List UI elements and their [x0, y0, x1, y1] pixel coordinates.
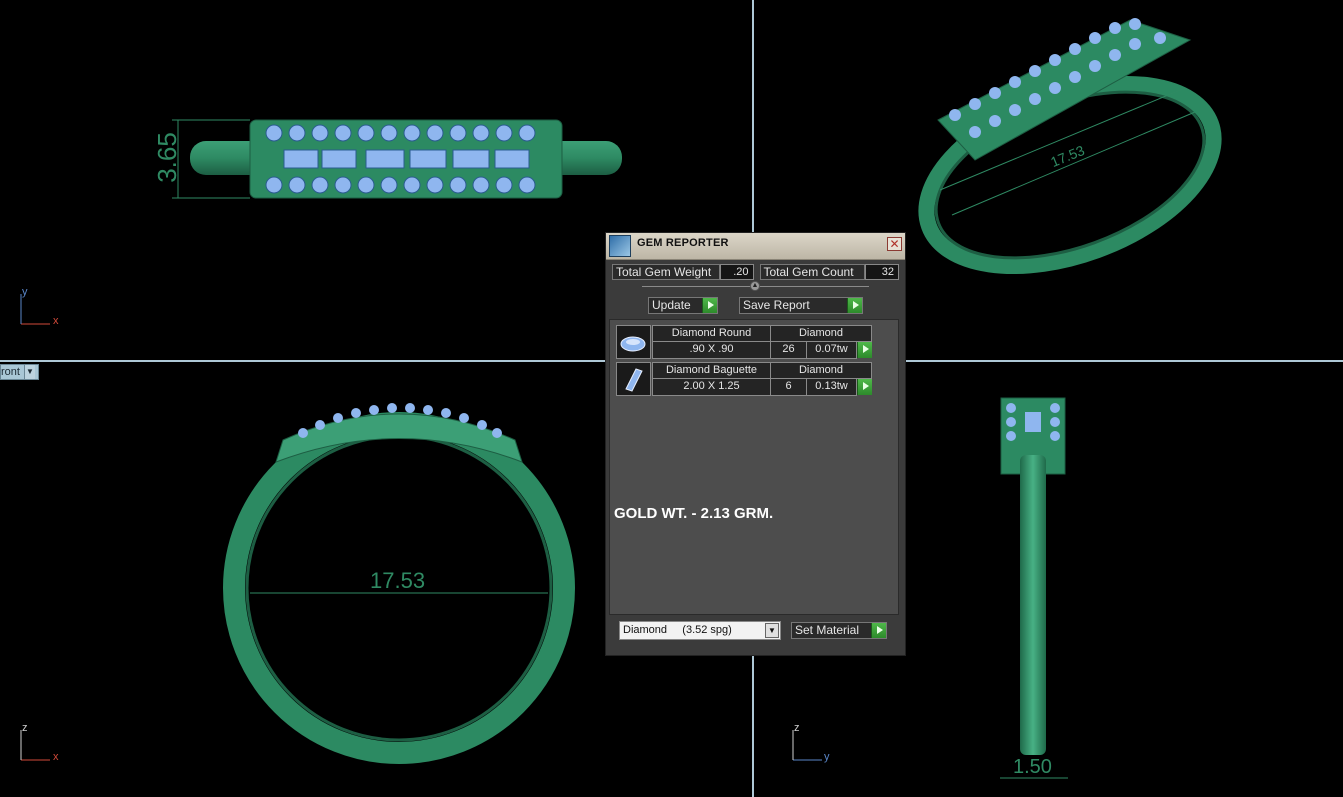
- dimension-width: 3.65: [151, 132, 182, 183]
- round-gem-icon: [616, 325, 651, 359]
- play-arrow-icon[interactable]: [857, 342, 872, 358]
- close-button[interactable]: ✕: [887, 237, 902, 251]
- gem-name: Diamond Baguette: [652, 362, 771, 379]
- gem-count: 26: [770, 341, 807, 359]
- dimension-diameter: 17.53: [370, 568, 426, 593]
- gem-size: 2.00 X 1.25: [652, 378, 771, 396]
- play-arrow-icon[interactable]: [847, 298, 862, 313]
- save-report-button-label: Save Report: [743, 298, 810, 312]
- chevron-down-icon[interactable]: ▼: [23, 365, 35, 379]
- set-material-button[interactable]: Set Material: [791, 622, 887, 639]
- chevron-down-icon[interactable]: ▼: [765, 623, 779, 638]
- axis-label-z: z: [794, 722, 800, 734]
- material-select-value: Diamond (3.52 spg): [623, 624, 732, 636]
- gem-reporter-icon: [609, 235, 631, 257]
- axis-label-y: y: [22, 286, 28, 298]
- axis-label-y: y: [824, 751, 830, 763]
- totals-row: Total Gem Weight .20 Total Gem Count 32: [612, 264, 900, 280]
- axis-label-x: x: [53, 751, 59, 763]
- top-view-ring: [172, 119, 622, 199]
- play-arrow-icon[interactable]: [871, 623, 886, 638]
- axis-label-x: x: [53, 315, 59, 327]
- view-selector-label: ront: [1, 366, 20, 378]
- side-view-ring: [1000, 397, 1068, 779]
- play-arrow-icon[interactable]: [702, 298, 717, 313]
- gold-weight-note: GOLD WT. - 2.13 GRM.: [614, 505, 774, 522]
- gem-list: Diamond Round Diamond .90 X .90 26 0.07t…: [609, 319, 899, 615]
- update-button[interactable]: Update: [648, 297, 718, 314]
- set-material-button-label: Set Material: [795, 623, 860, 637]
- gem-count: 6: [770, 378, 807, 396]
- gem-name: Diamond Round: [652, 325, 771, 342]
- gem-size: .90 X .90: [652, 341, 771, 359]
- gem-weight: 0.13tw: [806, 378, 857, 396]
- gem-material: Diamond: [770, 325, 872, 342]
- collapse-toggle-icon[interactable]: ▲: [750, 281, 760, 291]
- panel-title: GEM REPORTER: [637, 237, 729, 249]
- dimension-thickness: 1.50: [1013, 756, 1052, 778]
- total-gem-weight-label: Total Gem Weight: [612, 264, 720, 280]
- total-gem-count-label: Total Gem Count: [759, 264, 866, 280]
- gem-reporter-panel: GEM REPORTER ✕ Total Gem Weight .20 Tota…: [605, 232, 906, 656]
- play-arrow-icon[interactable]: [857, 379, 872, 395]
- title-bar[interactable]: GEM REPORTER ✕: [606, 233, 905, 260]
- material-select[interactable]: Diamond (3.52 spg) ▼: [619, 621, 781, 640]
- total-gem-count-value: 32: [865, 264, 900, 280]
- view-selector[interactable]: ront ▼: [0, 364, 39, 380]
- axis-label-z: z: [22, 722, 28, 734]
- gem-weight: 0.07tw: [806, 341, 857, 359]
- gem-row[interactable]: Diamond Round Diamond .90 X .90 26 0.07t…: [616, 325, 872, 359]
- total-gem-weight-value: .20: [719, 264, 754, 280]
- baguette-gem-icon: [616, 362, 651, 396]
- update-button-label: Update: [652, 298, 691, 312]
- gem-material: Diamond: [770, 362, 872, 379]
- gem-row[interactable]: Diamond Baguette Diamond 2.00 X 1.25 6 0…: [616, 362, 872, 396]
- save-report-button[interactable]: Save Report: [739, 297, 863, 314]
